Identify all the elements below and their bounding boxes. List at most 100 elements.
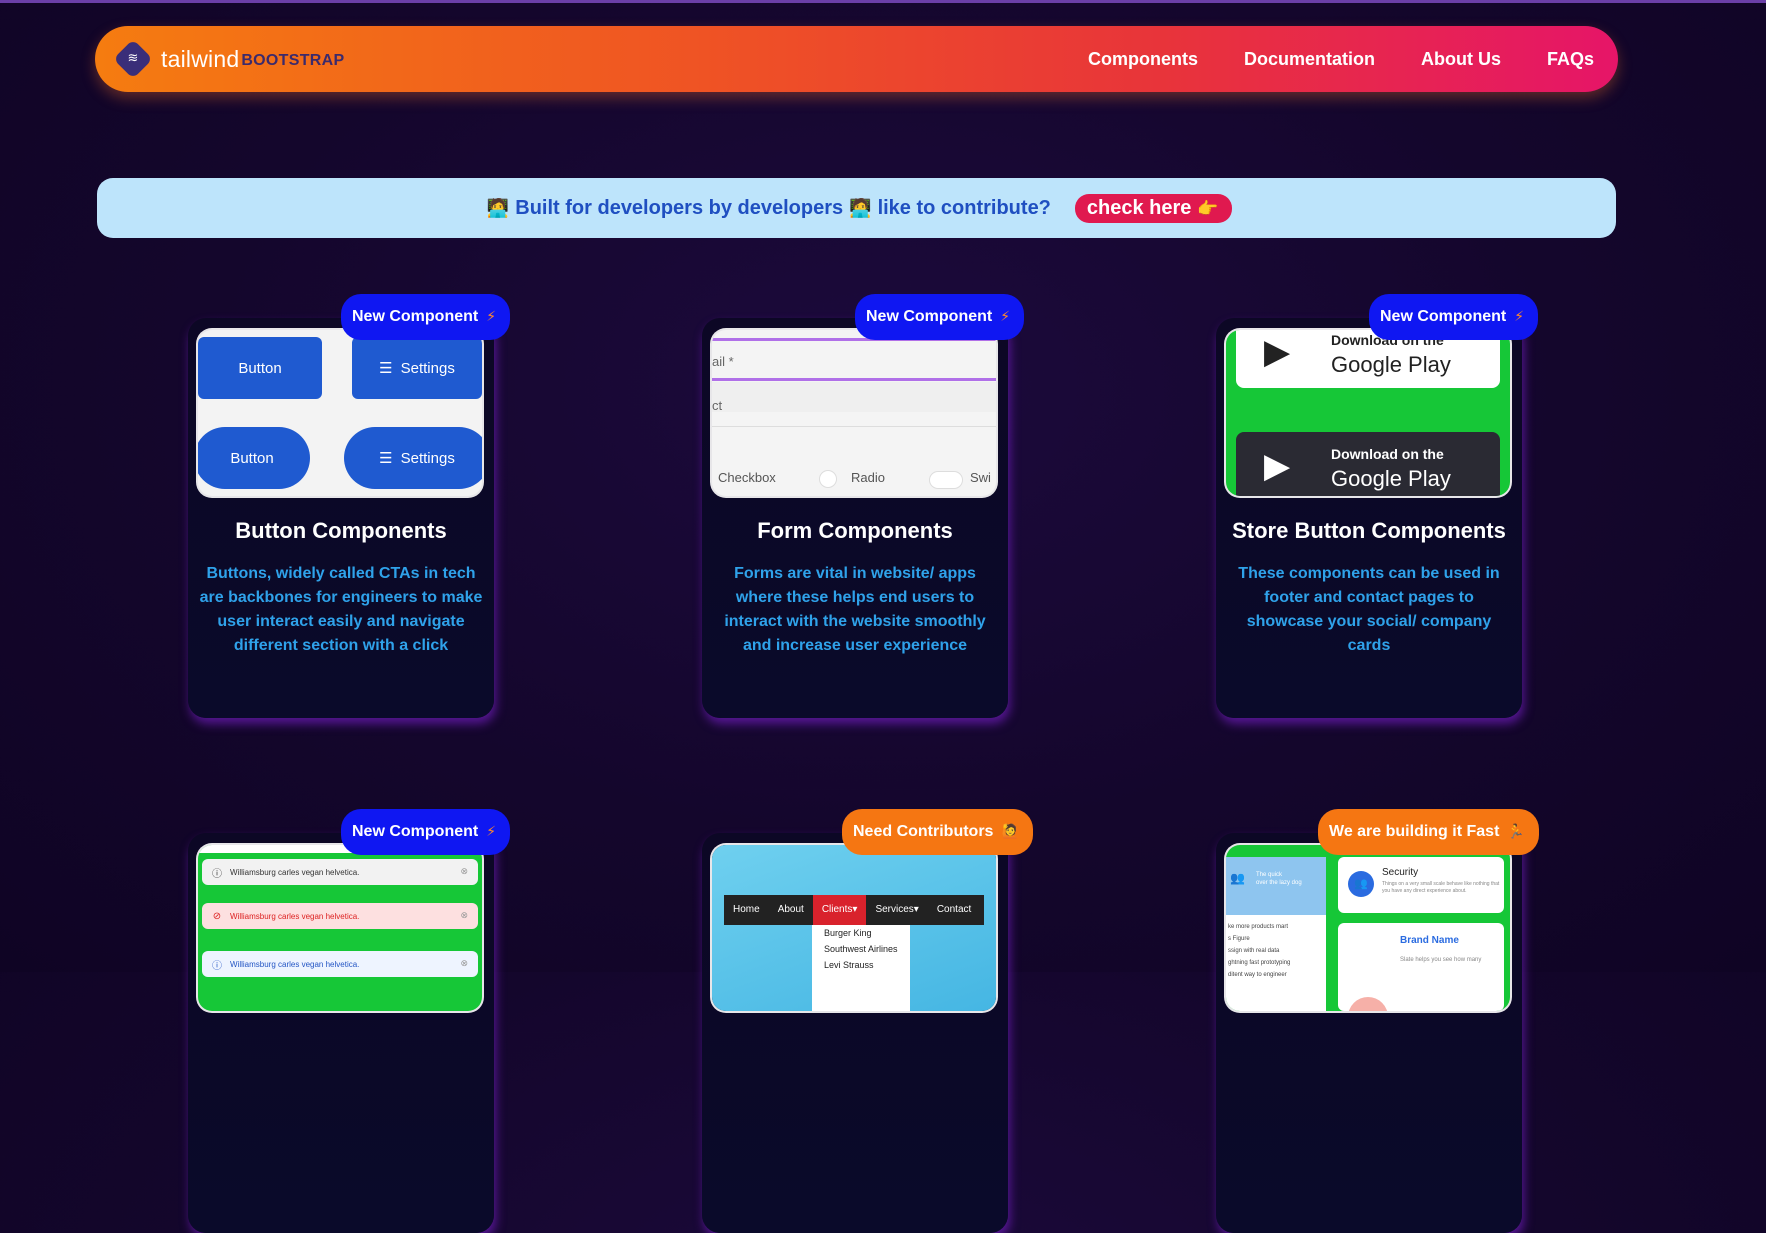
preview-button: Button <box>198 337 322 399</box>
logo-word-tailwind: tailwind <box>161 45 240 72</box>
developer-emoji-icon: 🧑‍💻 <box>486 197 510 219</box>
preview-nav-services: Services▾ <box>875 904 919 915</box>
check-here-button[interactable]: check here 👉 <box>1074 193 1233 223</box>
preview-select-label: ct <box>712 398 723 413</box>
lightning-icon: ⚡ <box>486 824 497 840</box>
info-icon: ⓘ <box>212 868 222 880</box>
card-description: Buttons, widely called CTAs in tech are … <box>199 565 483 654</box>
person-raising-hand-icon: 🙋 <box>1001 824 1019 840</box>
card-form-components[interactable]: ail * ct Checkbox Radio Swi Form Compone… <box>702 318 1008 718</box>
preview-nav-clients: Clients▾ <box>812 895 867 925</box>
store-line-2: Google Play <box>1331 466 1451 491</box>
alert-info: ⓘ Williamsburg carles vegan helvetica. ⊗ <box>202 859 478 885</box>
card-navbar-components[interactable]: Home About Clients▾ Services▾ Contact Bu… <box>702 833 1008 1233</box>
card-alert-components[interactable]: ⓘ Williamsburg carles vegan helvetica. ⊗ ⊘… <box>188 833 494 1233</box>
new-component-badge: New Component ⚡ <box>1369 294 1539 340</box>
dropdown-item: Levi Strauss <box>824 960 874 970</box>
preview-nav-contact: Contact <box>936 904 972 915</box>
dropdown-item: Burger King <box>824 928 872 938</box>
need-contributors-badge: Need Contributors 🙋 <box>842 809 1033 855</box>
play-store-icon: ▶ <box>1264 332 1291 372</box>
card-title: Button Components <box>235 518 447 543</box>
preview-nav-about: About <box>777 904 804 915</box>
card-card-components[interactable]: 👥 The quick over the lazy dog ke more pr… <box>1216 833 1522 1233</box>
card-preview: ail * ct Checkbox Radio Swi <box>712 330 996 496</box>
logo-word-bootstrap: BOOTSTRAP <box>241 52 345 69</box>
nav-link-documentation[interactable]: Documentation <box>1244 49 1375 70</box>
preview-left-card: 👥 The quick over the lazy dog ke more pr… <box>1226 857 1326 1011</box>
new-component-badge: New Component ⚡ <box>341 809 511 855</box>
card-preview: Button ☰ Settings Button ☰ Settings <box>198 330 482 496</box>
preview-settings-button: ☰ Settings <box>352 337 482 399</box>
card-preview: ⓘ Williamsburg carles vegan helvetica. ⊗ ⊘… <box>198 845 482 1011</box>
nav-links: Components Documentation About Us FAQs <box>1088 26 1618 92</box>
store-line-2: Google Play <box>1331 352 1451 377</box>
preview-brand-card: Brand Name Slate helps you see how many <box>1338 923 1504 1011</box>
block-icon: ⊘ <box>212 910 222 922</box>
card-title: Store Button Components <box>1232 518 1506 543</box>
preview-radio-label: Radio <box>851 470 885 485</box>
radio-icon <box>820 471 836 487</box>
building-fast-badge: We are building it Fast 🏃 <box>1318 809 1539 855</box>
badge-label: New Component <box>352 823 479 840</box>
preview-pill-settings-button: ☰ Settings <box>344 427 482 489</box>
toggle-icon <box>930 472 962 488</box>
alert-primary: ⓘ Williamsburg carles vegan helvetica. ⊗ <box>202 951 478 977</box>
card-description: These components can be used in footer a… <box>1238 565 1500 654</box>
info-icon: ⓘ <box>212 960 222 972</box>
badge-label: New Component <box>1380 308 1507 325</box>
preview-switch-label: Swi <box>970 470 991 485</box>
preview-nav-home: Home <box>733 904 760 915</box>
contribute-banner: 🧑‍💻 Built for developers by developers 🧑… <box>97 178 1616 238</box>
brand-logo[interactable]: ≋ tailwind BOOTSTRAP <box>113 39 345 79</box>
close-icon: ⊗ <box>460 911 468 921</box>
preview-security-card: 👥 Security Things on a very small scale … <box>1338 857 1504 913</box>
card-store-button-components[interactable]: ▶ Download on the Google Play ▶ Download… <box>1216 318 1522 718</box>
badge-label: New Component <box>352 308 479 325</box>
card-button-components[interactable]: Button ☰ Settings Button ☰ Settings Button… <box>188 318 494 718</box>
alert-danger: ⊘ Williamsburg carles vegan helvetica. ⊗ <box>202 903 478 929</box>
badge-label: New Component <box>866 308 993 325</box>
check-here-label: check here <box>1086 196 1192 219</box>
top-border <box>0 0 1766 3</box>
users-icon: 👥 <box>1348 871 1374 897</box>
badge-label: Need Contributors <box>853 823 994 840</box>
card-description: Forms are vital in website/ apps where t… <box>724 565 986 654</box>
nav-link-components[interactable]: Components <box>1088 49 1198 70</box>
input-underline <box>712 378 996 381</box>
lightning-icon: ⚡ <box>486 309 497 325</box>
sliders-icon: ☰ <box>379 359 393 377</box>
preview-select <box>712 382 996 412</box>
google-play-button-dark: ▶ Download on the Google Play <box>1236 432 1500 496</box>
preview-left-card-header: 👥 The quick over the lazy dog <box>1226 857 1326 915</box>
main-navbar: ≋ tailwind BOOTSTRAP Components Document… <box>95 26 1618 92</box>
preview-pill-button: Button <box>198 427 310 489</box>
preview-email-label: ail * <box>712 354 734 369</box>
card-preview: Home About Clients▾ Services▾ Contact Bu… <box>712 845 996 1011</box>
pointing-hand-icon: 👉 <box>1196 198 1219 219</box>
banner-text-2: like to contribute? <box>877 196 1051 219</box>
running-person-icon: 🏃 <box>1507 824 1525 840</box>
play-store-icon: ▶ <box>1264 446 1291 486</box>
divider <box>712 426 996 427</box>
nav-link-faqs[interactable]: FAQs <box>1547 49 1594 70</box>
preview-checkbox-label: Checkbox <box>718 470 776 485</box>
store-line-1: Download on the <box>1331 446 1444 462</box>
lightning-icon: ⚡ <box>1514 309 1525 325</box>
card-preview: 👥 The quick over the lazy dog ke more pr… <box>1226 845 1510 1011</box>
lightning-icon: ⚡ <box>1000 309 1011 325</box>
preview-dropdown: Burger King Southwest Airlines Levi Stra… <box>812 925 910 1011</box>
card-preview: ▶ Download on the Google Play ▶ Download… <box>1226 330 1510 496</box>
nav-link-about-us[interactable]: About Us <box>1421 49 1501 70</box>
new-component-badge: New Component ⚡ <box>341 294 511 340</box>
developer-emoji-icon: 🧑‍💻 <box>849 197 872 219</box>
close-icon: ⊗ <box>460 867 468 877</box>
wind-icon: ≋ <box>113 39 153 79</box>
preview-navbar: Home About Clients▾ Services▾ Contact <box>724 895 984 925</box>
card-title: Form Components <box>757 518 953 543</box>
preview-list: ke more products mart s Figure ssign wit… <box>1228 924 1291 978</box>
banner-text-1: Built for developers by developers <box>515 196 844 219</box>
dropdown-item: Southwest Airlines <box>824 944 898 954</box>
close-icon: ⊗ <box>460 959 468 969</box>
new-component-badge: New Component ⚡ <box>855 294 1025 340</box>
